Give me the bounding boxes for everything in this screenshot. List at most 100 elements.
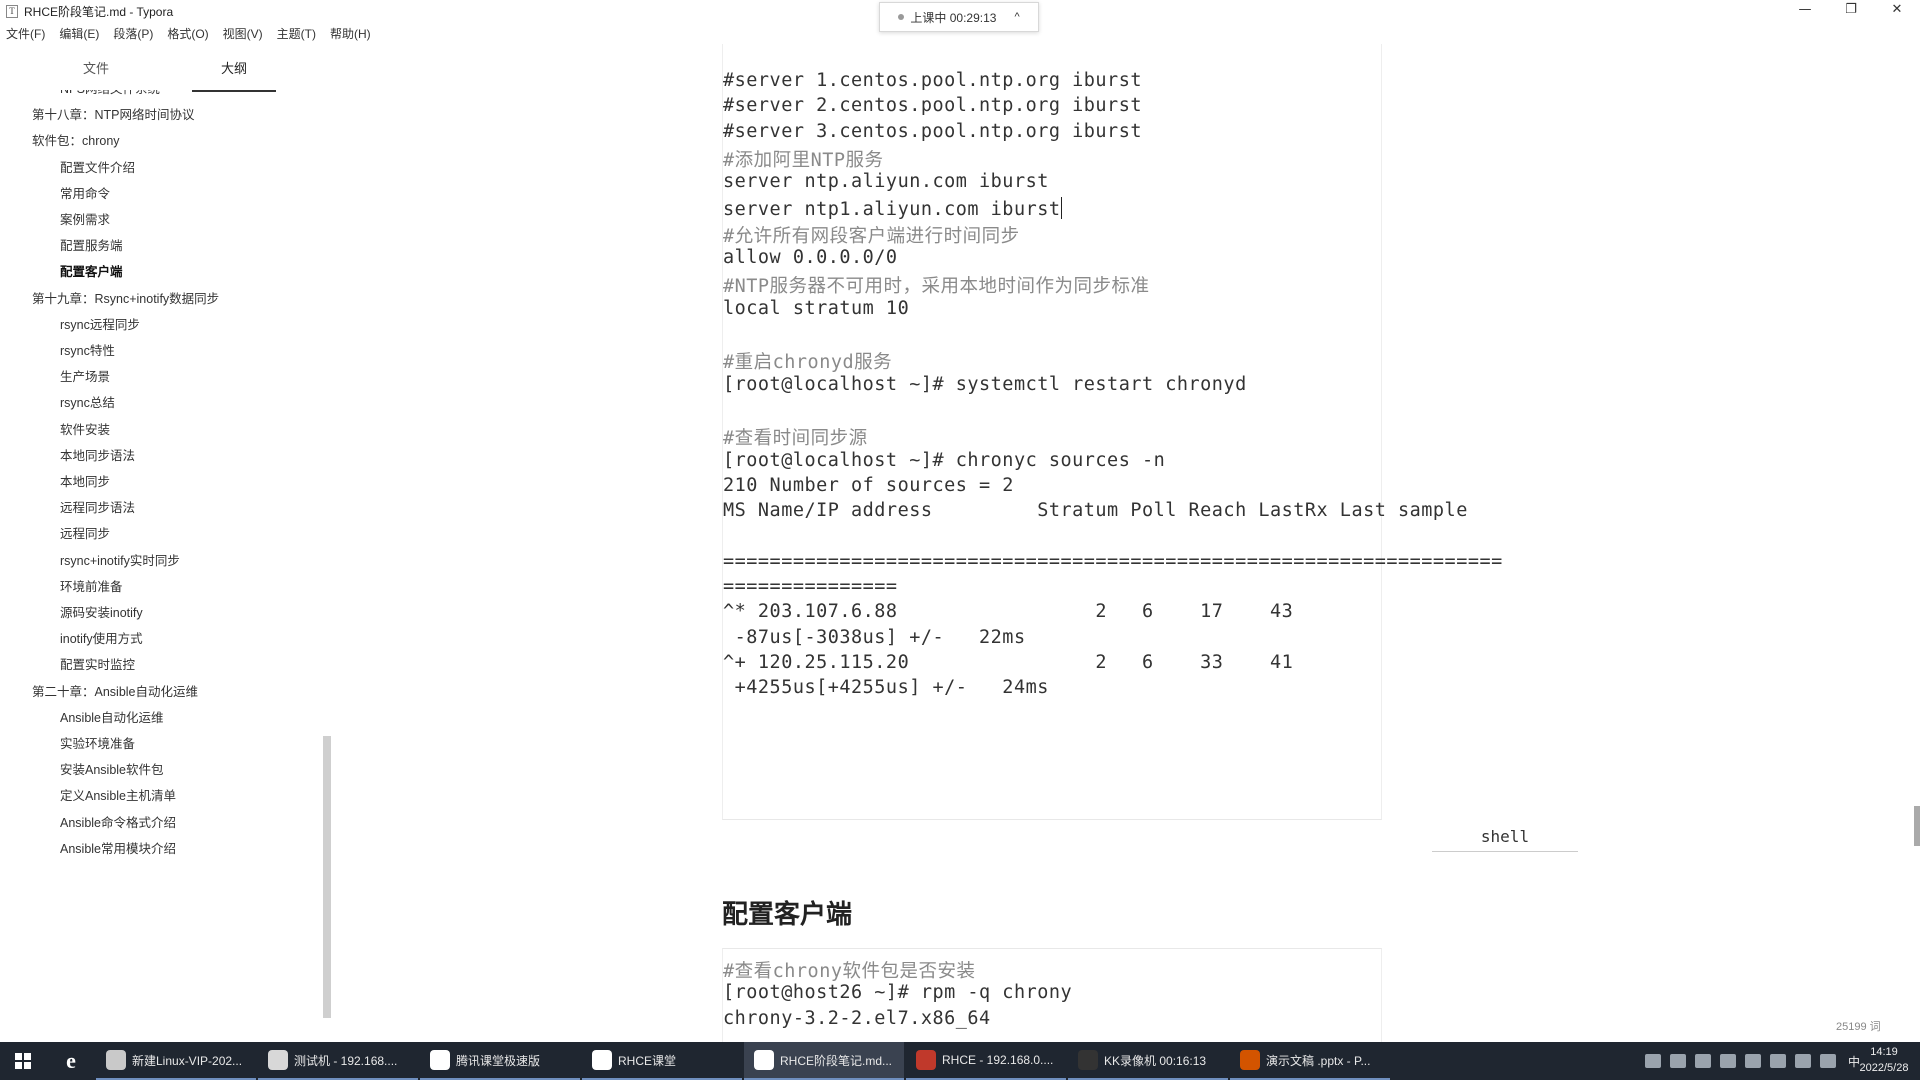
volume-icon[interactable] — [1819, 1054, 1836, 1068]
outline-item[interactable]: NFS网络文件系统 — [60, 90, 160, 97]
editor-scrollbar[interactable] — [1914, 806, 1920, 846]
outline-item[interactable]: 软件安装 — [60, 419, 110, 438]
taskbar-app-button[interactable]: 测试机 - 192.168.... — [258, 1042, 418, 1080]
menu-format[interactable]: 格式(O) — [167, 25, 208, 42]
outline-item[interactable]: 环境前准备 — [60, 576, 123, 595]
maximize-button[interactable]: ❐ — [1828, 0, 1874, 22]
code-line[interactable]: server ntp1.aliyun.com iburst — [723, 196, 1062, 220]
code-text: +4255us[+4255us] +/- 24ms — [723, 677, 1049, 699]
taskbar-app-button[interactable]: RHCE - 192.168.0.... — [906, 1042, 1066, 1080]
code-block[interactable]: #查看chrony软件包是否安装 [root@host26 ~]# rpm -q … — [722, 948, 1382, 1042]
code-text: [root@localhost ~]# systemctl restart ch… — [723, 373, 1247, 395]
code-line[interactable]: [root@localhost ~]# chronyc sources -n — [723, 450, 1165, 471]
taskbar-app-button[interactable]: RHCE课堂 — [582, 1042, 742, 1080]
menu-file[interactable]: 文件(F) — [6, 25, 45, 42]
code-block[interactable]: #server 1.centos.pool.ntp.org iburst #ser… — [722, 44, 1502, 820]
code-line[interactable]: =============== — [723, 576, 898, 597]
menu-paragraph[interactable]: 段落(P) — [113, 25, 153, 42]
code-line[interactable]: #允许所有网段客户端进行时间同步 — [723, 222, 1020, 248]
code-line[interactable]: #server 3.centos.pool.ntp.org iburst — [723, 121, 1142, 142]
code-line[interactable]: ========================================… — [723, 551, 1503, 572]
outline-item[interactable]: 配置客户端 — [60, 261, 123, 280]
code-line[interactable]: #NTP服务器不可用时，采用本地时间作为同步标准 — [723, 272, 1150, 298]
code-line[interactable]: [root@localhost ~]# systemctl restart ch… — [723, 374, 1247, 395]
outline-item[interactable]: 常用命令 — [60, 183, 110, 202]
outline-item[interactable]: 实验环境准备 — [60, 733, 135, 752]
windows-logo-icon — [15, 1053, 31, 1069]
recording-dot-icon — [898, 14, 905, 20]
taskbar-app-button[interactable]: RHCE阶段笔记.md... — [744, 1042, 904, 1080]
outline-item[interactable]: 远程同步语法 — [60, 497, 135, 516]
class-timer-badge[interactable]: 上课中 00:29:13 ^ — [879, 2, 1039, 32]
menu-edit[interactable]: 编辑(E) — [59, 25, 99, 42]
tray-app-icon[interactable] — [1769, 1054, 1786, 1068]
code-line[interactable]: server ntp.aliyun.com iburst — [723, 171, 1049, 192]
outline-item[interactable]: Ansible常用模块介绍 — [60, 838, 176, 857]
tray-app-icon[interactable] — [1694, 1054, 1711, 1068]
outline-item[interactable]: 软件包：chrony — [32, 130, 120, 149]
outline-item[interactable]: 远程同步 — [60, 523, 110, 542]
code-line[interactable]: #server 1.centos.pool.ntp.org iburst — [723, 70, 1142, 91]
code-line[interactable]: chrony-3.2-2.el7.x86_64 — [723, 1008, 991, 1029]
outline-item[interactable]: Ansible自动化运维 — [60, 707, 164, 726]
edge-browser-icon[interactable]: e — [46, 1042, 96, 1080]
editor-area[interactable]: #server 1.centos.pool.ntp.org iburst #ser… — [336, 44, 1920, 1042]
taskbar-app-button[interactable]: 演示文稿 .pptx - P... — [1230, 1042, 1390, 1080]
outline-item[interactable]: rsync总结 — [60, 392, 115, 411]
word-count[interactable]: 25199 词 — [1836, 1018, 1881, 1034]
code-line[interactable]: -87us[-3038us] +/- 22ms — [723, 627, 1026, 648]
code-line[interactable]: #查看时间同步源 — [723, 424, 868, 450]
collapse-chevron-icon[interactable]: ^ — [1014, 11, 1019, 23]
outline-item[interactable]: 第十九章：Rsync+inotify数据同步 — [32, 288, 219, 307]
outline-item[interactable]: rsync特性 — [60, 340, 115, 359]
tray-app-icon[interactable] — [1744, 1054, 1761, 1068]
code-line[interactable]: #添加阿里NTP服务 — [723, 146, 884, 172]
outline-item[interactable]: 安装Ansible软件包 — [60, 759, 164, 778]
menu-view[interactable]: 视图(V) — [223, 25, 263, 42]
outline-item[interactable]: 第十八章：NTP网络时间协议 — [32, 104, 195, 123]
close-button[interactable]: ✕ — [1874, 0, 1920, 22]
minimize-button[interactable]: — — [1782, 0, 1828, 22]
sidebar-scrollbar[interactable] — [323, 736, 331, 1018]
outline-item[interactable]: rsync远程同步 — [60, 314, 140, 333]
menu-theme[interactable]: 主题(T) — [277, 25, 316, 42]
taskbar-app-label: RHCE课堂 — [618, 1053, 677, 1068]
section-heading[interactable]: 配置客户端 — [722, 894, 852, 931]
code-line[interactable]: MS Name/IP address Stratum Poll Reach La… — [723, 500, 1468, 521]
network-icon[interactable] — [1794, 1054, 1811, 1068]
start-button[interactable] — [0, 1042, 46, 1080]
taskbar-app-button[interactable]: KK录像机 00:16:13 — [1068, 1042, 1228, 1080]
code-line[interactable]: 210 Number of sources = 2 — [723, 475, 1014, 496]
outline-item[interactable]: rsync+inotify实时同步 — [60, 550, 180, 569]
outline-item[interactable]: Ansible命令格式介绍 — [60, 812, 176, 831]
code-line[interactable]: ^+ 120.25.115.20 2 6 33 41 — [723, 652, 1293, 673]
outline-item[interactable]: 案例需求 — [60, 209, 110, 228]
taskbar-app-button[interactable]: 腾讯课堂极速版 — [420, 1042, 580, 1080]
outline-item[interactable]: 源码安装inotify — [60, 602, 143, 621]
outline-item[interactable]: 定义Ansible主机清单 — [60, 785, 176, 804]
code-line[interactable]: ^* 203.107.6.88 2 6 17 43 — [723, 601, 1293, 622]
code-line[interactable]: allow 0.0.0.0/0 — [723, 247, 898, 268]
outline-item[interactable]: 本地同步语法 — [60, 445, 135, 464]
code-line[interactable]: #重启chronyd服务 — [723, 348, 892, 374]
code-line[interactable]: #查看chrony软件包是否安装 — [723, 957, 975, 983]
code-line[interactable]: [root@host26 ~]# rpm -q chrony — [723, 982, 1072, 1003]
outline-item[interactable]: 配置实时监控 — [60, 654, 135, 673]
outline-item[interactable]: 配置文件介绍 — [60, 157, 135, 176]
outline-item[interactable]: 第二十章：Ansible自动化运维 — [32, 681, 198, 700]
code-line[interactable]: #server 2.centos.pool.ntp.org iburst — [723, 95, 1142, 116]
notification-icon[interactable] — [1644, 1054, 1661, 1068]
outline-item[interactable]: 生产场景 — [60, 366, 110, 385]
code-text: #查看chrony软件包是否安装 — [723, 961, 976, 982]
system-clock[interactable]: 14:19 2022/5/28 — [1856, 1044, 1912, 1076]
outline-item[interactable]: 配置服务端 — [60, 235, 123, 254]
tray-app-icon[interactable] — [1719, 1054, 1736, 1068]
outline-item[interactable]: inotify使用方式 — [60, 628, 143, 647]
code-language-label[interactable]: shell — [1432, 822, 1578, 852]
outline-item[interactable]: 本地同步 — [60, 471, 110, 490]
tray-app-icon[interactable] — [1669, 1054, 1686, 1068]
taskbar-app-button[interactable]: 新建Linux-VIP-202... — [96, 1042, 256, 1080]
menu-help[interactable]: 帮助(H) — [330, 25, 371, 42]
code-line[interactable]: local stratum 10 — [723, 298, 909, 319]
code-line[interactable]: +4255us[+4255us] +/- 24ms — [723, 677, 1049, 698]
